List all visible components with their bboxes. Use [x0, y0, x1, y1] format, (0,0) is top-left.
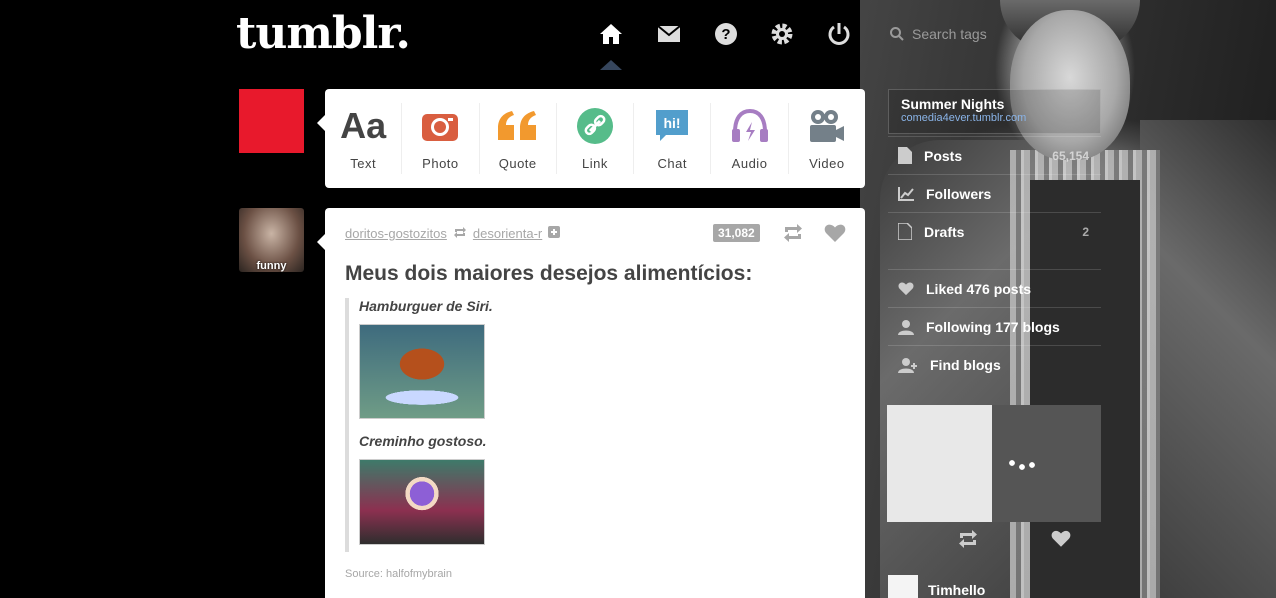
person-icon — [898, 319, 914, 335]
post-type-link[interactable]: Link — [557, 103, 635, 174]
post-type-label: Chat — [657, 156, 687, 171]
sidebar-item-label: Drafts — [924, 223, 965, 240]
post-type-label: Video — [809, 156, 845, 171]
post-type-selector: Aa Text Photo Quote Link hi! Chat Audio — [317, 89, 865, 188]
post-type-text[interactable]: Aa Text — [325, 103, 403, 174]
radar-user[interactable]: Timhello — [888, 575, 985, 598]
heart-icon — [898, 282, 914, 295]
blog-url[interactable]: comedia4ever.tumblr.com — [901, 112, 1088, 124]
radar-like-icon[interactable] — [1051, 530, 1071, 554]
svg-text:?: ? — [721, 26, 730, 43]
settings-icon[interactable] — [769, 22, 795, 46]
sidebar-blog[interactable]: Summer Nights comedia4ever.tumblr.com — [888, 89, 1101, 134]
teletubby-image — [359, 459, 485, 545]
post-card: doritos-gostozitos desorienta-r 31,082 M… — [317, 208, 865, 598]
search-placeholder: Search tags — [912, 26, 987, 42]
post-author-link[interactable]: doritos-gostozitos — [345, 226, 447, 241]
chart-icon — [898, 186, 914, 201]
sidebar-item-find-blogs[interactable]: Find blogs — [888, 345, 1101, 383]
camera-icon — [421, 106, 459, 146]
sidebar-item-followers[interactable]: Followers — [888, 174, 1101, 212]
sidebar-item-count: 65,154 — [1052, 148, 1089, 163]
sidebar-item-label: Find blogs — [930, 356, 1001, 373]
my-avatar[interactable] — [239, 89, 304, 153]
radar-user-name: Timhello — [928, 582, 986, 598]
post-author-avatar[interactable]: funny — [239, 208, 304, 272]
sidebar-item-likes[interactable]: Liked 476 posts — [888, 269, 1101, 307]
sidebar-item-following[interactable]: Following 177 blogs — [888, 307, 1101, 345]
link-icon — [576, 106, 614, 146]
chat-icon: hi! — [654, 106, 690, 146]
post-type-quote[interactable]: Quote — [480, 103, 557, 174]
post-type-label: Audio — [731, 156, 768, 171]
tumblr-logo[interactable]: tumblr. — [236, 8, 411, 59]
search-icon — [890, 27, 904, 41]
document-icon — [898, 147, 912, 164]
krabby-patty-image — [359, 324, 485, 419]
like-heart-icon[interactable] — [824, 224, 846, 248]
video-camera-icon — [808, 106, 846, 146]
help-icon[interactable]: ? — [713, 22, 739, 46]
post-header: doritos-gostozitos desorienta-r — [345, 226, 561, 241]
post-source[interactable]: Source: halfofmybrain — [345, 568, 452, 580]
blog-name: Summer Nights — [901, 96, 1005, 112]
post-type-label: Photo — [422, 156, 459, 171]
sidebar-item-label: Followers — [926, 185, 992, 202]
post-type-label: Link — [582, 156, 608, 171]
post-type-video[interactable]: Video — [789, 103, 865, 174]
search-field[interactable]: Search tags — [890, 22, 1010, 46]
draft-document-icon — [898, 223, 912, 240]
avatar-label: funny — [256, 260, 287, 272]
text-icon: Aa — [340, 105, 387, 146]
radar-post-image[interactable] — [887, 405, 1101, 522]
post-type-photo[interactable]: Photo — [402, 103, 480, 174]
radar-actions — [887, 523, 1101, 561]
follow-plus-icon[interactable] — [548, 226, 561, 241]
radar-user-avatar — [888, 575, 918, 598]
nav-active-caret — [600, 60, 622, 70]
post-type-audio[interactable]: Audio — [711, 103, 789, 174]
post-type-chat[interactable]: hi! Chat — [634, 103, 712, 174]
quote-line-1: Hamburguer de Siri. — [359, 298, 493, 314]
sidebar-item-posts[interactable]: Posts 65,154 — [888, 136, 1101, 174]
mail-icon[interactable] — [656, 22, 682, 46]
post-body-quote: Hamburguer de Siri. Creminho gostoso. — [345, 298, 825, 552]
reblog-small-icon — [453, 226, 467, 241]
power-icon[interactable] — [826, 22, 852, 46]
post-type-label: Text — [350, 156, 377, 171]
reblog-icon[interactable] — [782, 223, 804, 248]
notes-count[interactable]: 31,082 — [713, 224, 760, 242]
post-type-label: Quote — [498, 156, 537, 171]
quote-icon — [496, 106, 540, 146]
sidebar-item-count: 2 — [1082, 224, 1089, 239]
svg-text:hi!: hi! — [664, 115, 681, 131]
headphones-icon — [730, 106, 770, 146]
add-person-icon — [898, 357, 917, 373]
radar-reblog-icon[interactable] — [957, 529, 979, 555]
sidebar-item-drafts[interactable]: Drafts 2 — [888, 212, 1101, 250]
home-icon[interactable] — [598, 22, 624, 46]
post-title: Meus dois maiores desejos alimentícios: — [345, 262, 753, 285]
sidebar-item-label: Posts — [924, 147, 963, 164]
birds-graphic — [1002, 455, 1042, 475]
reblog-source-link[interactable]: desorienta-r — [473, 226, 542, 241]
sidebar-item-label: Following 177 blogs — [926, 318, 1060, 335]
quote-line-2: Creminho gostoso. — [359, 433, 487, 449]
sidebar-item-label: Liked 476 posts — [926, 280, 1032, 297]
